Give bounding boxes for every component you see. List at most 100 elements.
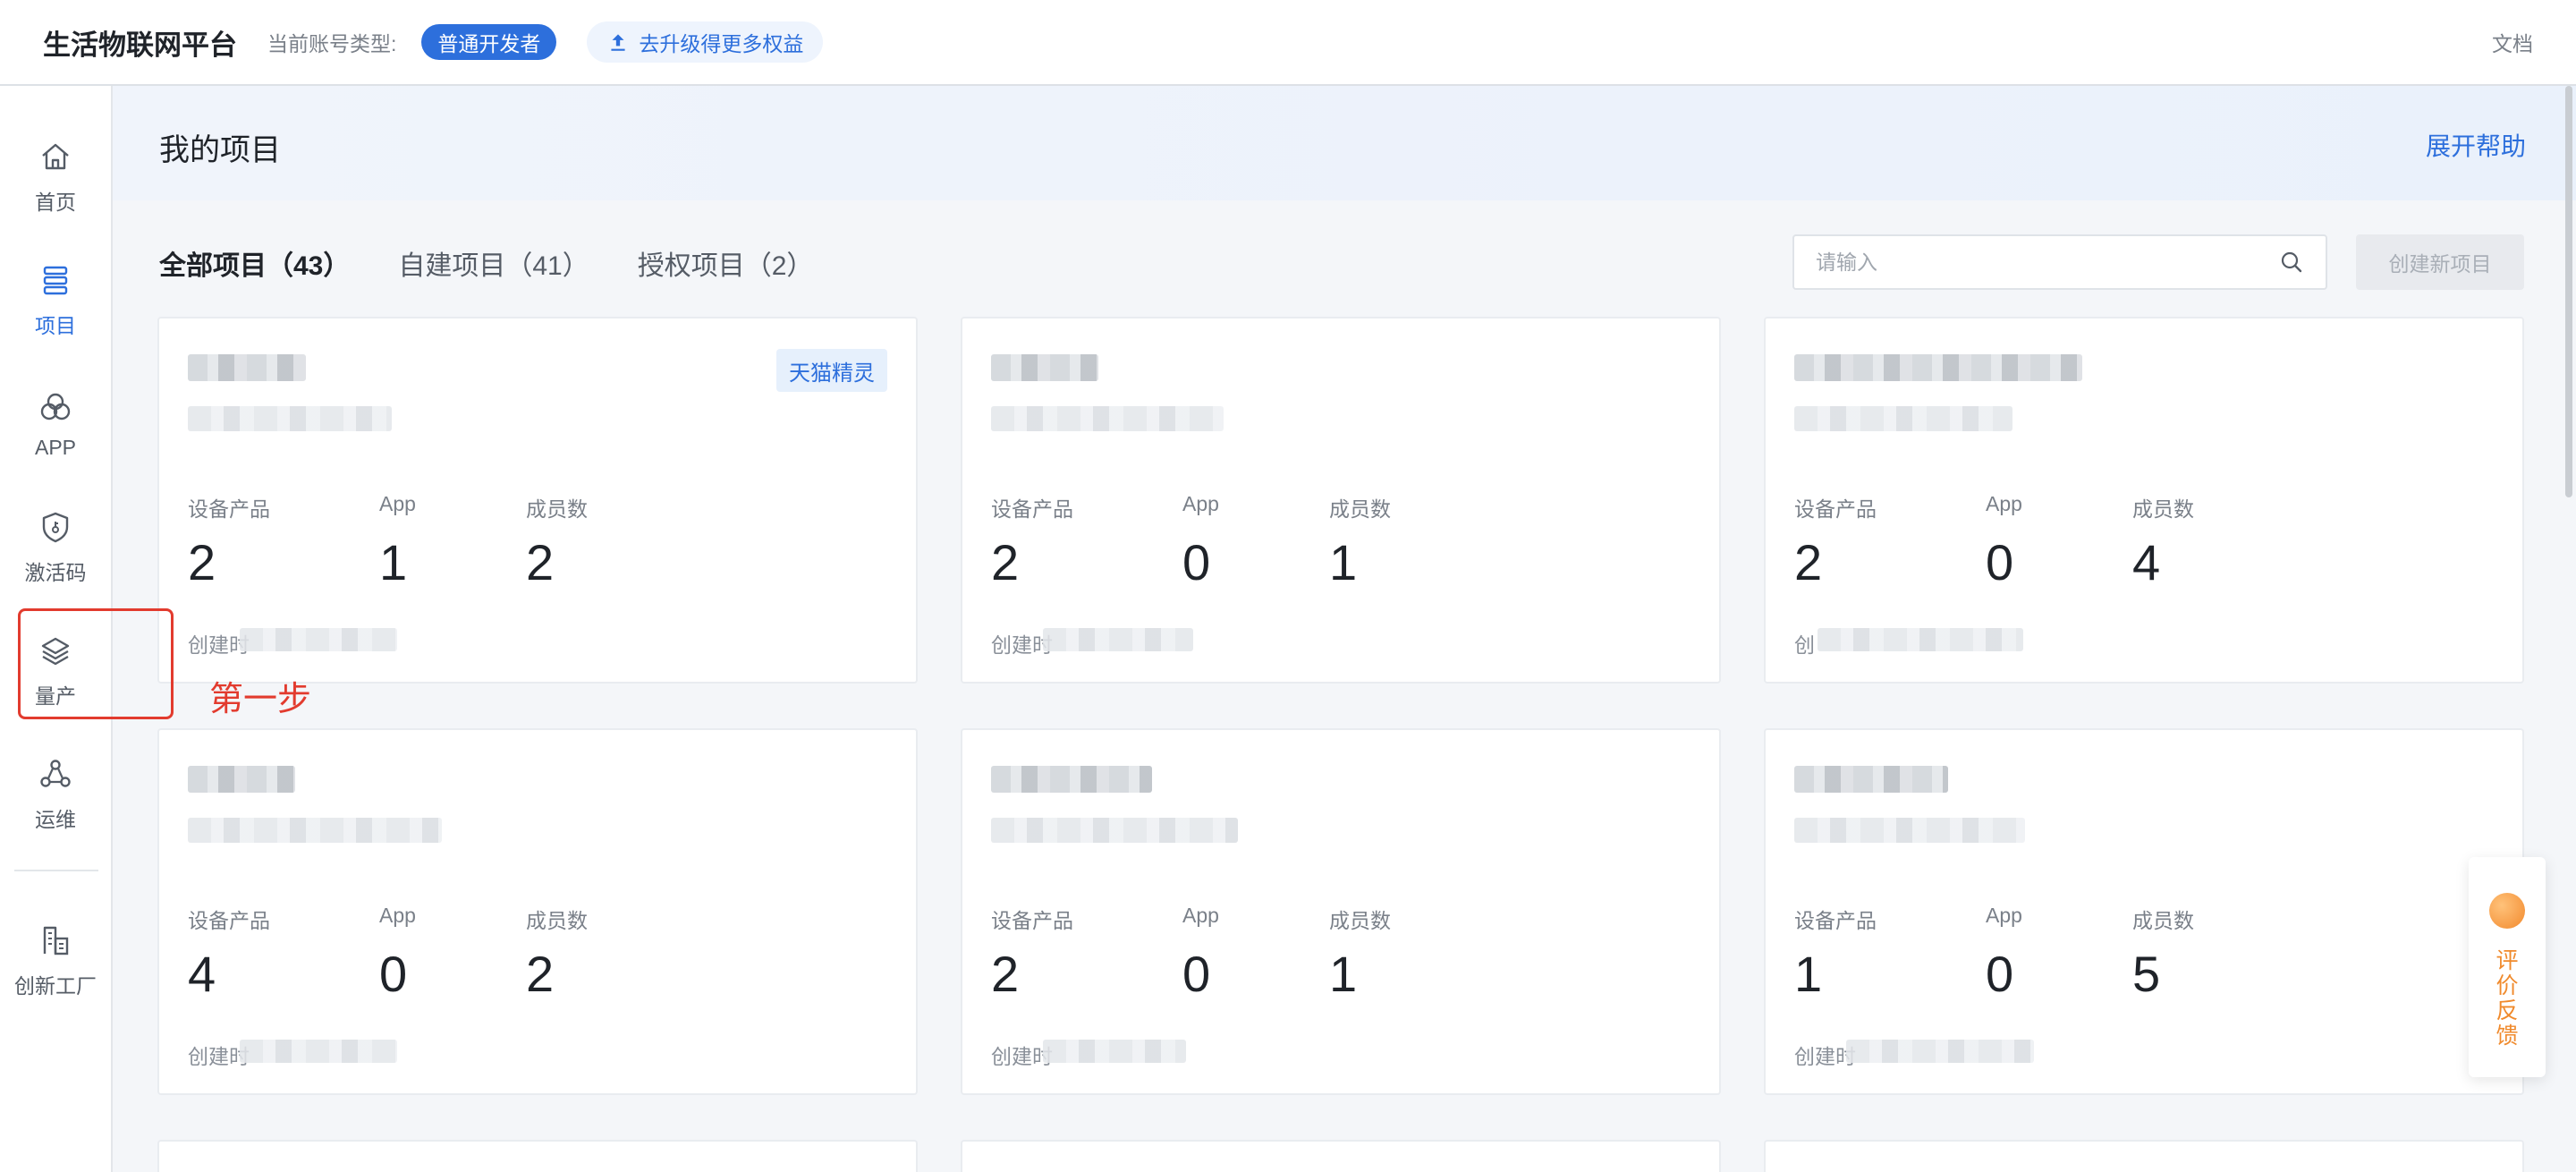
app-count: 0 bbox=[1182, 534, 1211, 590]
products-count: 1 bbox=[1794, 946, 1823, 1002]
products-count: 4 bbox=[188, 946, 216, 1002]
project-icon bbox=[43, 266, 68, 295]
created-time-redacted bbox=[1043, 628, 1193, 651]
project-card[interactable] bbox=[961, 1140, 1721, 1172]
members-label: 成员数 bbox=[2132, 909, 2194, 932]
sidebar-item-home[interactable]: 首页 bbox=[0, 123, 111, 231]
project-desc-redacted bbox=[1794, 406, 2012, 431]
top-bar: 生活物联网平台 当前账号类型: 普通开发者 去升级得更多权益 文档 bbox=[0, 0, 2576, 86]
members-count: 5 bbox=[2132, 946, 2161, 1002]
app-count: 0 bbox=[379, 946, 408, 1002]
app-icon bbox=[40, 393, 71, 420]
members-count: 1 bbox=[1329, 534, 1358, 590]
project-card[interactable]: 设备产品 App 成员数 4 0 2 创建时 bbox=[157, 728, 918, 1095]
app-count: 0 bbox=[1986, 534, 2014, 590]
project-name-redacted bbox=[188, 766, 295, 793]
created-time-redacted bbox=[1043, 1040, 1186, 1063]
page-title: 我的项目 bbox=[159, 133, 281, 167]
project-card[interactable] bbox=[1764, 1140, 2524, 1172]
factory-icon bbox=[43, 926, 69, 955]
project-desc-redacted bbox=[991, 818, 1238, 843]
app-label: App bbox=[1986, 904, 2022, 927]
tmall-genie-tag: 天猫精灵 bbox=[776, 349, 887, 392]
created-time-redacted bbox=[240, 1040, 397, 1063]
tab-authorized-projects[interactable]: 授权项目（2） bbox=[638, 243, 814, 283]
members-count: 2 bbox=[526, 534, 555, 590]
feedback-button[interactable]: 评价反馈 bbox=[2469, 857, 2546, 1077]
tab-all-projects[interactable]: 全部项目（43） bbox=[159, 243, 350, 283]
search-icon[interactable] bbox=[2279, 250, 2304, 275]
members-count: 2 bbox=[526, 946, 555, 1002]
project-name-redacted bbox=[1794, 766, 1948, 793]
app-count: 0 bbox=[1986, 946, 2014, 1002]
shield-icon bbox=[42, 512, 69, 543]
sidebar-item-label: 首页 bbox=[35, 191, 76, 214]
project-desc-redacted bbox=[188, 818, 442, 843]
products-label: 设备产品 bbox=[188, 909, 270, 932]
docs-link[interactable]: 文档 bbox=[2492, 27, 2533, 57]
app-count: 1 bbox=[379, 534, 408, 590]
home-icon bbox=[42, 143, 69, 170]
sidebar-divider bbox=[14, 870, 98, 871]
products-count: 2 bbox=[1794, 534, 1823, 590]
sidebar-item-label: 项目 bbox=[35, 314, 76, 337]
account-type-badge: 普通开发者 bbox=[421, 24, 557, 60]
main-content: 我的项目 展开帮助 全部项目（43） 自建项目（41） 授权项目（2） 创建新项… bbox=[113, 86, 2576, 1172]
network-icon bbox=[40, 760, 71, 787]
feedback-label: 评价反馈 bbox=[2496, 948, 2519, 1049]
app-label: App bbox=[379, 904, 416, 927]
products-label: 设备产品 bbox=[991, 909, 1073, 932]
page-header: 我的项目 展开帮助 bbox=[113, 86, 2576, 200]
feedback-icon bbox=[2489, 893, 2525, 929]
project-card[interactable]: 设备产品 App 成员数 2 0 4 创 bbox=[1764, 317, 2524, 684]
products-count: 2 bbox=[188, 534, 216, 590]
page-scrollbar[interactable] bbox=[2563, 86, 2574, 497]
members-label: 成员数 bbox=[2132, 497, 2194, 521]
members-count: 4 bbox=[2132, 534, 2161, 590]
project-card[interactable] bbox=[157, 1140, 918, 1172]
members-label: 成员数 bbox=[1329, 497, 1391, 521]
members-label: 成员数 bbox=[1329, 909, 1391, 932]
created-time-redacted bbox=[1818, 628, 2023, 651]
products-count: 2 bbox=[991, 534, 1020, 590]
created-time-redacted bbox=[1846, 1040, 2034, 1063]
brand-title[interactable]: 生活物联网平台 bbox=[43, 22, 237, 63]
create-project-button[interactable]: 创建新项目 bbox=[2356, 234, 2524, 290]
project-tabs: 全部项目（43） 自建项目（41） 授权项目（2） bbox=[159, 243, 861, 283]
project-card[interactable]: 设备产品 App 成员数 2 0 1 创建时 bbox=[961, 317, 1721, 684]
project-card[interactable]: 设备产品 App 成员数 2 0 1 创建时 bbox=[961, 728, 1721, 1095]
search-input[interactable] bbox=[1816, 250, 2279, 275]
project-card[interactable]: 设备产品 App 成员数 1 0 5 创建时 bbox=[1764, 728, 2524, 1095]
upgrade-button[interactable]: 去升级得更多权益 bbox=[587, 21, 824, 63]
sidebar-item-operations[interactable]: 运维 bbox=[0, 741, 111, 848]
project-name-redacted bbox=[1794, 354, 2082, 381]
app-label: App bbox=[1182, 904, 1219, 927]
sidebar-item-activation-code[interactable]: 激活码 bbox=[0, 494, 111, 601]
project-card[interactable]: 天猫精灵 设备产品 App 成员数 2 1 2 创建时 bbox=[157, 317, 918, 684]
products-label: 设备产品 bbox=[188, 497, 270, 521]
sidebar-item-innovation-factory[interactable]: 创新工厂 bbox=[0, 907, 111, 1015]
project-name-redacted bbox=[188, 354, 306, 381]
project-desc-redacted bbox=[1794, 818, 2025, 843]
products-count: 2 bbox=[991, 946, 1020, 1002]
sidebar-item-label: 创新工厂 bbox=[14, 974, 97, 998]
app-count: 0 bbox=[1182, 946, 1211, 1002]
sidebar-item-project[interactable]: 项目 bbox=[0, 247, 111, 354]
account-type-label: 当前账号类型: bbox=[267, 32, 397, 55]
products-label: 设备产品 bbox=[991, 497, 1073, 521]
created-prefix: 创 bbox=[1794, 633, 1815, 657]
project-name-redacted bbox=[991, 766, 1152, 793]
expand-help-link[interactable]: 展开帮助 bbox=[2426, 127, 2526, 163]
tab-self-built-projects[interactable]: 自建项目（41） bbox=[398, 243, 589, 283]
products-label: 设备产品 bbox=[1794, 909, 1877, 932]
app-label: App bbox=[379, 492, 416, 515]
scrollbar-thumb[interactable] bbox=[2565, 86, 2572, 497]
annotation-step-label: 第一步 bbox=[209, 681, 312, 718]
members-label: 成员数 bbox=[526, 909, 588, 932]
sidebar-item-app[interactable]: APP bbox=[0, 370, 111, 478]
sidebar-item-label: 运维 bbox=[35, 808, 76, 831]
project-desc-redacted bbox=[991, 406, 1224, 431]
sidebar-item-label: 激活码 bbox=[24, 561, 87, 584]
project-name-redacted bbox=[991, 354, 1098, 381]
sidebar-item-label: APP bbox=[34, 435, 77, 459]
